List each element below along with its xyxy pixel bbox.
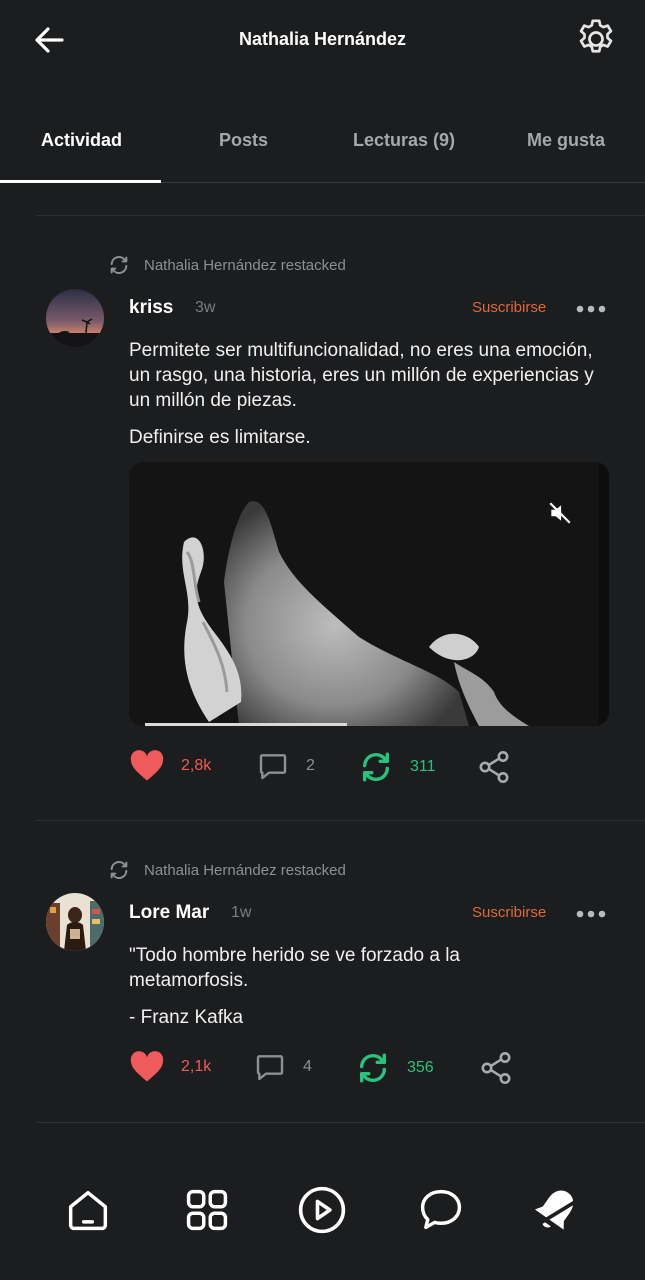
restack-text: Nathalia Hernández restacked xyxy=(144,861,346,879)
nav-home[interactable] xyxy=(60,1182,116,1238)
tab-me-gusta[interactable]: Me gusta xyxy=(527,130,605,151)
active-tab-indicator xyxy=(0,180,161,183)
tab-actividad[interactable]: Actividad xyxy=(41,130,122,151)
tab-posts[interactable]: Posts xyxy=(219,130,268,151)
restack-text: Nathalia Hernández restacked xyxy=(144,256,346,274)
like-count: 2,1k xyxy=(181,1058,212,1075)
bottom-nav xyxy=(0,1160,645,1280)
more-dots-icon xyxy=(576,305,606,313)
nav-chat[interactable] xyxy=(413,1182,469,1238)
subscribe-button[interactable]: Suscribirse xyxy=(472,904,546,921)
comment-button[interactable]: 4 xyxy=(253,1051,312,1083)
bell-icon xyxy=(534,1190,578,1230)
restack-button[interactable]: 356 xyxy=(355,1051,434,1085)
chat-icon xyxy=(420,1189,462,1230)
nav-video[interactable] xyxy=(294,1182,350,1238)
post-body-paragraph: "Todo hombre herido se ve forzado a la m… xyxy=(129,945,460,991)
divider xyxy=(36,215,645,216)
nav-explore[interactable] xyxy=(179,1182,235,1238)
restack-icon xyxy=(110,861,128,879)
restack-note: Nathalia Hernández restacked xyxy=(108,859,346,881)
gear-icon xyxy=(579,19,613,53)
speaker-muted-icon xyxy=(549,502,571,524)
more-dots-icon xyxy=(576,910,606,918)
divider xyxy=(36,1122,645,1123)
comment-count: 2 xyxy=(306,757,315,774)
video-progress-bar[interactable] xyxy=(145,723,347,726)
share-button[interactable] xyxy=(476,749,512,785)
comment-button[interactable]: 2 xyxy=(256,750,315,782)
author-name[interactable]: kriss xyxy=(129,297,173,319)
share-button[interactable] xyxy=(478,1050,514,1086)
top-bar: Nathalia Hernández xyxy=(0,0,645,80)
like-count: 2,8k xyxy=(181,757,212,774)
restack-icon xyxy=(362,752,390,782)
restack-icon xyxy=(359,1053,387,1083)
post-body-paragraph: Definirse es limitarse. xyxy=(129,427,311,448)
divider xyxy=(36,820,645,821)
comment-count: 4 xyxy=(303,1058,312,1075)
restack-count: 356 xyxy=(407,1059,434,1076)
restack-count: 311 xyxy=(410,758,436,775)
restack-note: Nathalia Hernández restacked xyxy=(108,254,346,276)
author-name[interactable]: Lore Mar xyxy=(129,902,209,924)
like-button[interactable]: 2,8k xyxy=(129,750,211,782)
avatar-sunset-image xyxy=(46,289,104,347)
tab-lecturas[interactable]: Lecturas (9) xyxy=(353,130,455,151)
more-options-button[interactable] xyxy=(576,906,606,918)
post-time: 1w xyxy=(231,904,252,921)
like-button[interactable]: 2,1k xyxy=(129,1051,211,1083)
avatar[interactable] xyxy=(46,893,104,951)
post-time: 3w xyxy=(195,299,216,316)
post-body-paragraph: Permitete ser multifuncionalidad, no ere… xyxy=(129,340,594,411)
restack-icon xyxy=(110,256,128,274)
share-icon xyxy=(479,751,509,783)
page-title: Nathalia Hernández xyxy=(238,29,407,49)
play-icon xyxy=(298,1186,346,1234)
profile-tabs: Actividad Posts Lecturas (9) Me gusta xyxy=(0,100,645,183)
grid-icon xyxy=(186,1189,228,1231)
video-frame-image xyxy=(129,462,609,726)
heart-icon xyxy=(130,750,164,781)
mute-button[interactable] xyxy=(547,500,573,526)
settings-button[interactable] xyxy=(573,16,619,62)
nav-notifications[interactable] xyxy=(528,1182,584,1238)
more-options-button[interactable] xyxy=(576,301,606,313)
restack-button[interactable]: 311 xyxy=(358,750,436,784)
post-body-paragraph: - Franz Kafka xyxy=(129,1007,244,1028)
comment-icon xyxy=(259,754,287,780)
avatar-photo-image xyxy=(46,893,104,951)
subscribe-button[interactable]: Suscribirse xyxy=(472,299,546,316)
share-icon xyxy=(481,1052,511,1084)
video-player[interactable] xyxy=(129,462,609,726)
home-icon xyxy=(68,1190,108,1231)
comment-icon xyxy=(256,1055,284,1081)
heart-icon xyxy=(130,1051,164,1082)
avatar[interactable] xyxy=(46,289,104,347)
